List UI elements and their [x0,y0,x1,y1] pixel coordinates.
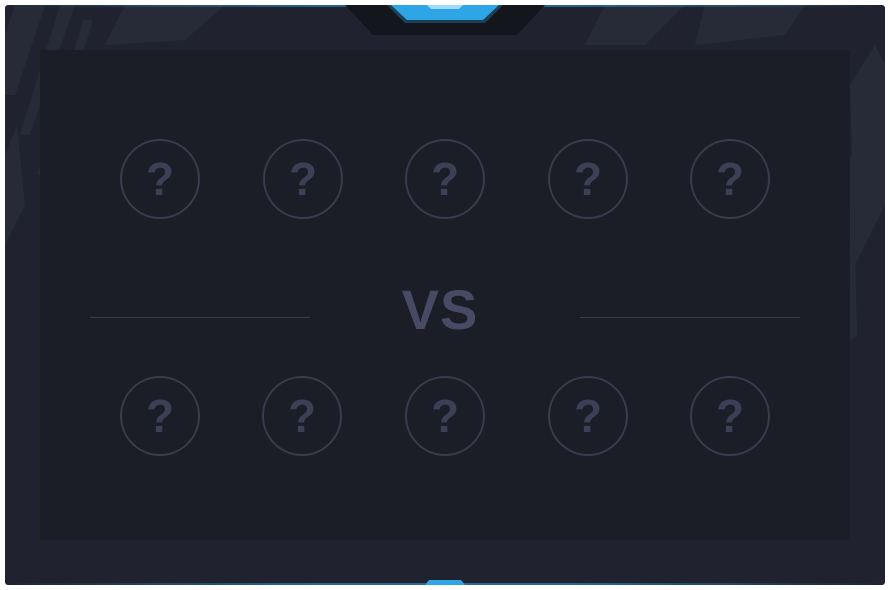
top-player-slot-4[interactable]: ? [548,139,628,219]
top-player-slot-3[interactable]: ? [405,139,485,219]
versus-label: VS [401,278,479,341]
top-tab-ornament [345,5,545,35]
left-divider-line [90,317,310,318]
unknown-player-icon: ? [287,390,317,442]
top-player-slot-2[interactable]: ? [263,139,343,219]
bottom-player-slot-3[interactable]: ? [405,376,485,456]
bottom-player-slot-4[interactable]: ? [548,376,628,456]
unknown-player-icon: ? [573,153,603,205]
bottom-player-slot-1[interactable]: ? [120,376,200,456]
unknown-player-icon: ? [288,153,318,205]
unknown-player-icon: ? [573,390,603,442]
bottom-tab-ornament [425,580,465,585]
bottom-player-slot-2[interactable]: ? [262,376,342,456]
top-player-slot-1[interactable]: ? [120,139,200,219]
bottom-player-slot-5[interactable]: ? [690,376,770,456]
unknown-player-icon: ? [715,153,745,205]
unknown-player-icon: ? [715,390,745,442]
unknown-player-icon: ? [145,153,175,205]
top-player-slot-5[interactable]: ? [690,139,770,219]
unknown-player-icon: ? [430,153,460,205]
unknown-player-icon: ? [430,390,460,442]
unknown-player-icon: ? [145,390,175,442]
right-divider-line [580,317,800,318]
